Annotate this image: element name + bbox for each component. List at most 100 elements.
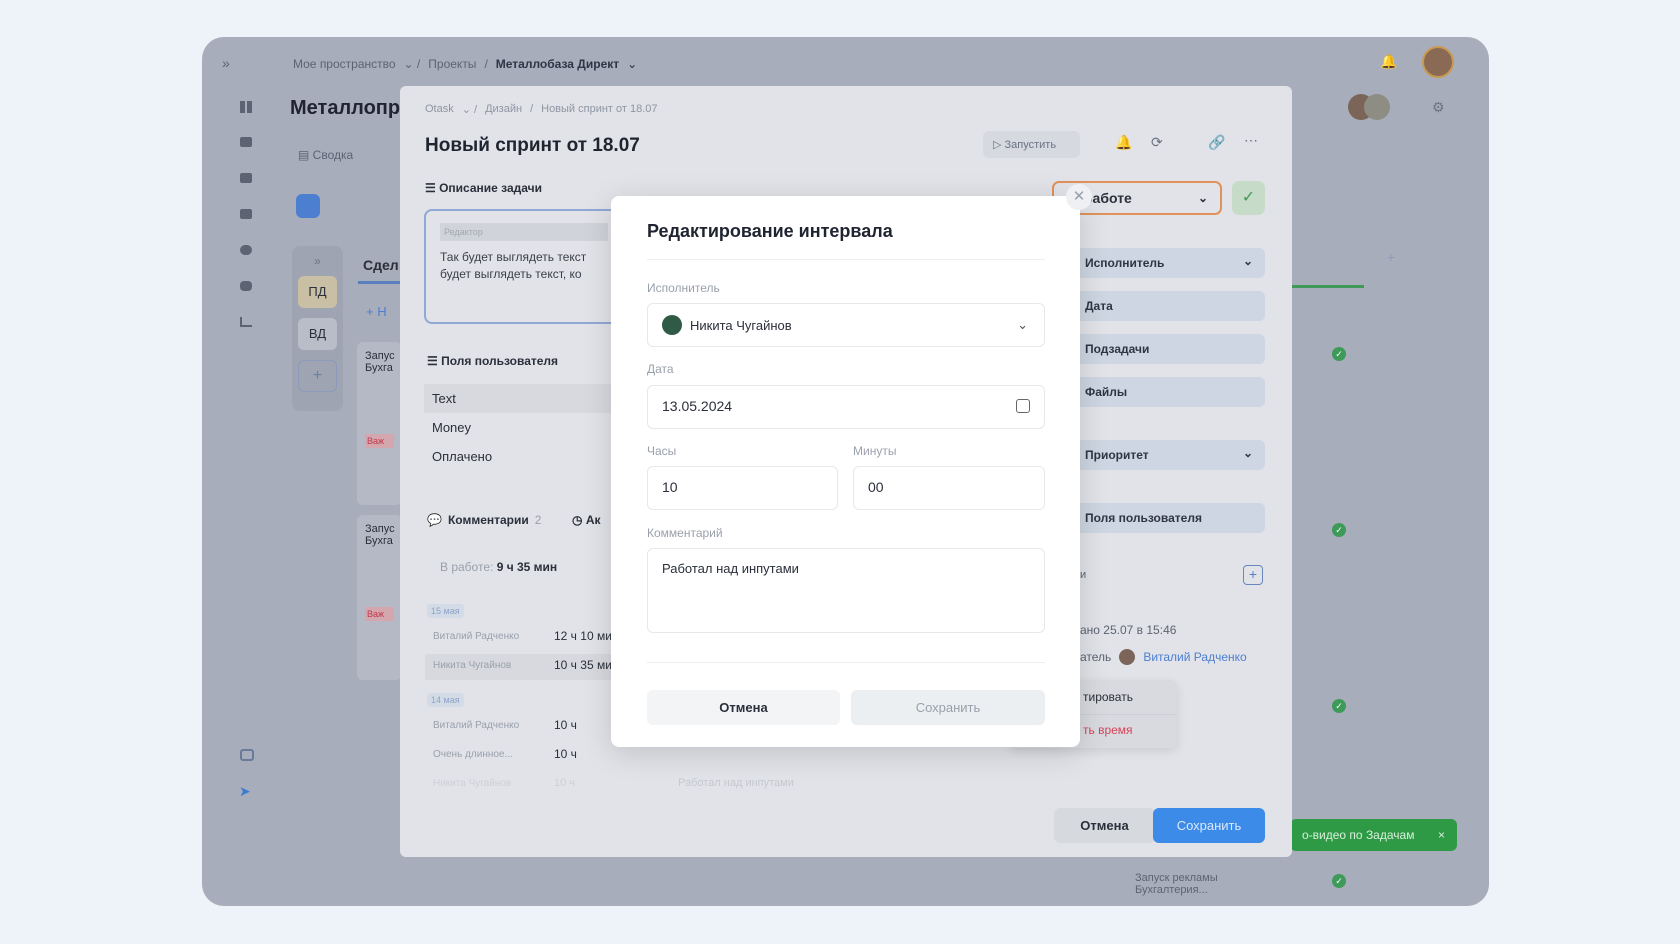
comments-tab[interactable]: 💬 Комментарии 2 — [427, 513, 541, 527]
date-label: Дата — [647, 362, 674, 376]
column-switcher: » ПД ВД + — [292, 246, 343, 411]
column-pd[interactable]: ПД — [298, 276, 337, 308]
modal-title: Редактирование интервала — [647, 221, 893, 241]
breadcrumb-design[interactable]: Дизайн — [485, 103, 522, 116]
time-row-comment: Работал над инпутами — [678, 777, 794, 789]
user-fields-list: Text Money Оплачено — [424, 384, 624, 471]
sync-icon[interactable]: ⟳ — [1151, 134, 1163, 151]
grid-icon[interactable] — [240, 101, 252, 113]
time-row-value: 10 ч 35 ми — [554, 658, 612, 672]
collapse-button[interactable]: » — [292, 254, 343, 268]
description-editor[interactable]: Редактор Так будет выглядеть текст будет… — [424, 209, 624, 324]
avatar — [1119, 649, 1136, 665]
branch-icon[interactable] — [240, 317, 252, 327]
members-avatars[interactable] — [1348, 94, 1394, 124]
link-icon[interactable]: 🔗 — [1208, 134, 1225, 151]
telegram-icon[interactable]: ➤ — [239, 783, 251, 800]
side-date[interactable]: Дата — [1075, 291, 1265, 321]
bell-icon[interactable]: 🔔 — [1115, 134, 1132, 151]
breadcrumb-projects[interactable]: Проекты — [428, 57, 476, 71]
time-row-name: Никита Чугайнов — [433, 660, 512, 671]
add-button[interactable]: + — [1243, 565, 1263, 585]
save-button[interactable]: Сохранить — [1153, 808, 1265, 843]
board-view-button[interactable] — [296, 194, 320, 218]
board-icon[interactable] — [240, 173, 252, 183]
project-title: Металлопр — [290, 97, 401, 119]
bell-icon[interactable]: 🔔 — [1380, 53, 1397, 70]
creator: атель Виталий Радченко — [1080, 649, 1247, 665]
side-priority[interactable]: Приоритет ⌄ — [1075, 440, 1265, 470]
expand-sidebar-button[interactable]: » — [222, 55, 230, 71]
add-column-button[interactable]: + — [298, 360, 337, 392]
edit-interval-modal: Редактирование интервала Исполнитель Ник… — [611, 184, 1092, 747]
breadcrumb-task[interactable]: Новый спринт от 18.07 — [541, 103, 657, 116]
description-header: ☰ Описание задачи — [425, 181, 542, 195]
comment-label: Комментарий — [647, 526, 723, 540]
calendar-icon[interactable] — [1016, 399, 1030, 413]
breadcrumb-workspace[interactable]: Мое пространство — [293, 57, 396, 71]
modal-cancel-button[interactable]: Отмена — [647, 690, 840, 725]
priority-badge: Важ — [365, 434, 394, 448]
creator-link[interactable]: Виталий Радченко — [1143, 650, 1246, 664]
briefcase-icon[interactable] — [240, 209, 252, 219]
chevron-down-icon: ⌄ — [1017, 317, 1028, 332]
tab-summary[interactable]: ▤ Сводка — [298, 148, 353, 162]
sidebar — [240, 101, 254, 327]
database-icon[interactable] — [240, 281, 252, 291]
time-row-value: 12 ч 10 ми — [554, 629, 612, 643]
task-card[interactable]: Запус Бухга Важ — [357, 515, 402, 680]
task-card-bottom[interactable]: Запуск рекламы Бухгалтерия... — [1135, 872, 1218, 896]
date-tag: 15 мая — [427, 604, 464, 618]
more-icon[interactable]: ⋯ — [1244, 132, 1258, 149]
field-money[interactable]: Money — [424, 413, 624, 442]
check-icon: ✓ — [1332, 874, 1346, 888]
side-subtasks[interactable]: Подзадачи — [1075, 334, 1265, 364]
run-button[interactable]: ▷ Запустить — [983, 131, 1080, 158]
avatar — [662, 315, 682, 335]
task-breadcrumb: Otask ⌄ / Дизайн / Новый спринт от 18.07 — [425, 103, 658, 116]
minutes-label: Минуты — [853, 444, 897, 458]
time-row-value: 10 ч — [554, 777, 576, 789]
comment-textarea[interactable]: Работал над инпутами — [647, 548, 1045, 633]
priority-badge: Важ — [365, 607, 394, 621]
created-date: ано 25.07 в 15:46 — [1080, 623, 1177, 637]
minutes-input[interactable]: 00 — [853, 466, 1045, 510]
check-icon: ✓ — [1332, 523, 1346, 537]
column-title: Сдел — [363, 257, 399, 273]
home-icon[interactable] — [240, 137, 252, 147]
toast-close-button[interactable]: × — [1438, 828, 1445, 842]
subsection-label: и — [1080, 569, 1087, 581]
date-input[interactable]: 13.05.2024 — [647, 385, 1045, 429]
column-progress — [1292, 285, 1364, 288]
column-vd[interactable]: ВД — [298, 318, 337, 350]
help-icon[interactable] — [240, 749, 254, 761]
add-column-plus-icon[interactable]: + — [1387, 249, 1395, 265]
assignee-label: Исполнитель — [647, 281, 720, 295]
new-task-button[interactable]: + Н — [366, 304, 387, 319]
side-assignee[interactable]: Исполнитель ⌄ — [1075, 248, 1265, 278]
close-icon[interactable]: ✕ — [1066, 184, 1092, 210]
users-icon[interactable] — [240, 245, 252, 255]
check-icon: ✓ — [1332, 699, 1346, 713]
field-paid[interactable]: Оплачено — [424, 442, 624, 471]
hours-input[interactable]: 10 — [647, 466, 838, 510]
side-user-fields[interactable]: Поля пользователя — [1075, 503, 1265, 533]
gear-icon[interactable]: ⚙ — [1432, 99, 1445, 116]
assignee-select[interactable]: Никита Чугайнов ⌄ — [647, 303, 1045, 347]
breadcrumb-project[interactable]: Металлобаза Директ — [496, 57, 619, 71]
modal-save-button[interactable]: Сохранить — [851, 690, 1045, 725]
date-tag: 14 мая — [427, 693, 464, 707]
cancel-button[interactable]: Отмена — [1054, 808, 1155, 843]
avatar[interactable] — [1422, 46, 1454, 78]
time-row-name: Виталий Радченко — [433, 631, 520, 642]
user-fields-header: ☰ Поля пользователя — [427, 354, 559, 368]
field-text[interactable]: Text — [424, 384, 624, 413]
time-row-name: Виталий Радченко — [433, 720, 520, 731]
task-card[interactable]: Запус Бухга Важ — [357, 342, 402, 505]
toast: о-видео по Задачам × — [1290, 819, 1457, 851]
breadcrumb-otask[interactable]: Otask — [425, 103, 454, 116]
activity-tab[interactable]: ◷ Ак — [572, 513, 600, 527]
column-underline — [358, 281, 402, 284]
side-files[interactable]: Файлы — [1075, 377, 1265, 407]
complete-button[interactable]: ✓ — [1232, 181, 1265, 215]
